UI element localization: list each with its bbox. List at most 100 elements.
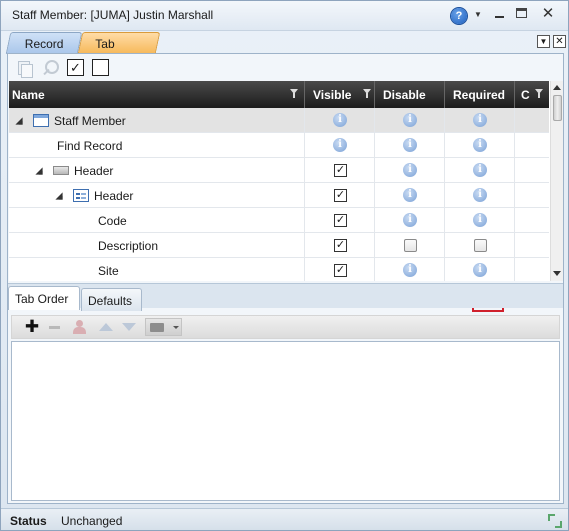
user-icon[interactable] [72, 319, 88, 335]
tab-defaults[interactable]: Defaults [81, 288, 142, 311]
disable-cell[interactable]: i [375, 208, 445, 233]
name-cell[interactable]: Staff Member [9, 108, 305, 133]
disable-cell[interactable] [375, 233, 445, 258]
scroll-down-arrow-icon[interactable] [553, 271, 561, 276]
visible-cell[interactable]: i [305, 108, 375, 133]
help-dropdown-icon[interactable]: ▼ [474, 10, 482, 19]
required-cell[interactable]: i [445, 183, 515, 208]
add-icon[interactable]: ✚ [24, 318, 40, 335]
help-icon[interactable]: ? [451, 8, 467, 24]
row-label: Header [94, 189, 134, 203]
disable-cell[interactable]: i [375, 108, 445, 133]
folder-dropdown-icon[interactable] [145, 318, 182, 336]
check-all-button[interactable]: ✓ [67, 59, 84, 76]
status-bar: Status Unchanged [1, 508, 568, 530]
move-down-icon[interactable] [121, 319, 137, 335]
tab-order-toolbar: ✚ [11, 315, 560, 339]
info-icon: i [403, 213, 417, 227]
required-checkbox[interactable] [474, 239, 487, 252]
required-cell[interactable] [445, 233, 515, 258]
scroll-up-arrow-icon[interactable] [553, 85, 561, 90]
header-icon [53, 166, 69, 175]
move-up-icon[interactable] [98, 319, 114, 335]
extra-cell [515, 258, 549, 281]
visible-cell[interactable]: ✓ [305, 208, 375, 233]
tab-list-dropdown-button[interactable]: ▼ [537, 35, 550, 48]
visible-checkbox[interactable]: ✓ [334, 189, 347, 202]
visible-cell[interactable]: i [305, 133, 375, 158]
name-cell[interactable]: Header [9, 183, 305, 208]
uncheck-all-button[interactable] [92, 59, 109, 76]
visible-checkbox[interactable]: ✓ [334, 264, 347, 277]
scroll-thumb[interactable] [553, 95, 562, 121]
info-icon: i [473, 213, 487, 227]
table-row[interactable]: Staff Member i i i [9, 108, 549, 133]
table-row[interactable]: Description ✓ [9, 233, 549, 258]
required-cell[interactable]: i [445, 133, 515, 158]
extra-cell [515, 183, 549, 208]
subform-icon [73, 189, 89, 202]
row-label: Code [98, 214, 127, 228]
lower-tabstrip: Tab Order Defaults [8, 283, 563, 311]
filter-icon[interactable] [363, 89, 371, 98]
visible-cell[interactable]: ✓ [305, 158, 375, 183]
minimize-button[interactable] [493, 8, 507, 20]
column-header-required[interactable]: Required [445, 81, 515, 108]
remove-icon[interactable] [47, 319, 63, 335]
required-cell[interactable]: i [445, 208, 515, 233]
tab-close-button[interactable]: ✕ [553, 35, 566, 48]
info-icon: i [473, 163, 487, 177]
name-cell[interactable]: Code [9, 208, 305, 233]
copy-icon[interactable] [16, 59, 34, 78]
disable-cell[interactable]: i [375, 258, 445, 281]
table-row[interactable]: Code ✓ i i [9, 208, 549, 233]
filter-icon[interactable] [535, 89, 543, 98]
column-header-extra[interactable]: C [515, 81, 549, 108]
find-icon[interactable] [42, 59, 60, 77]
column-header-name[interactable]: Name [9, 81, 305, 108]
disable-checkbox[interactable] [404, 239, 417, 252]
visible-cell[interactable]: ✓ [305, 233, 375, 258]
column-header-disable[interactable]: Disable [375, 81, 445, 108]
table-row[interactable]: Header ✓ i i [9, 183, 549, 208]
extra-cell [515, 108, 549, 133]
visible-checkbox[interactable]: ✓ [334, 214, 347, 227]
info-icon: i [333, 113, 347, 127]
window-title: Staff Member: [JUMA] Justin Marshall [12, 8, 214, 22]
info-icon: i [473, 113, 487, 127]
table-row[interactable]: Header ✓ i i [9, 158, 549, 183]
name-cell[interactable]: Description [9, 233, 305, 258]
filter-icon[interactable] [290, 89, 298, 98]
collapse-triangle-icon[interactable] [15, 117, 23, 125]
name-cell[interactable]: Header [9, 158, 305, 183]
column-header-visible[interactable]: Visible [305, 81, 375, 108]
row-label: Header [74, 164, 114, 178]
required-cell[interactable]: i [445, 258, 515, 281]
expand-icon[interactable] [547, 513, 563, 529]
tab-record[interactable]: Record [5, 32, 83, 54]
disable-cell[interactable]: i [375, 158, 445, 183]
info-icon: i [403, 163, 417, 177]
extra-cell [515, 158, 549, 183]
info-icon: i [473, 263, 487, 277]
visible-cell[interactable]: ✓ [305, 183, 375, 208]
grid-scrollbar[interactable] [550, 81, 563, 281]
table-row[interactable]: Site ✓ i i [9, 258, 549, 281]
visible-checkbox[interactable]: ✓ [334, 239, 347, 252]
disable-cell[interactable]: i [375, 133, 445, 158]
visible-checkbox[interactable]: ✓ [334, 164, 347, 177]
disable-cell[interactable]: i [375, 183, 445, 208]
name-cell[interactable]: Find Record [9, 133, 305, 158]
collapse-triangle-icon[interactable] [55, 192, 63, 200]
tab-lower-tab-order[interactable]: Tab Order [8, 286, 80, 310]
close-button[interactable]: ✕ [541, 6, 555, 21]
tab-order-list[interactable] [11, 341, 560, 501]
required-cell[interactable]: i [445, 108, 515, 133]
maximize-button[interactable] [516, 8, 527, 18]
required-cell[interactable]: i [445, 158, 515, 183]
collapse-triangle-icon[interactable] [35, 167, 43, 175]
table-row[interactable]: Find Record i i i [9, 133, 549, 158]
name-cell[interactable]: Site [9, 258, 305, 281]
tab-tab-order[interactable]: Tab Order [77, 32, 161, 65]
visible-cell[interactable]: ✓ [305, 258, 375, 281]
